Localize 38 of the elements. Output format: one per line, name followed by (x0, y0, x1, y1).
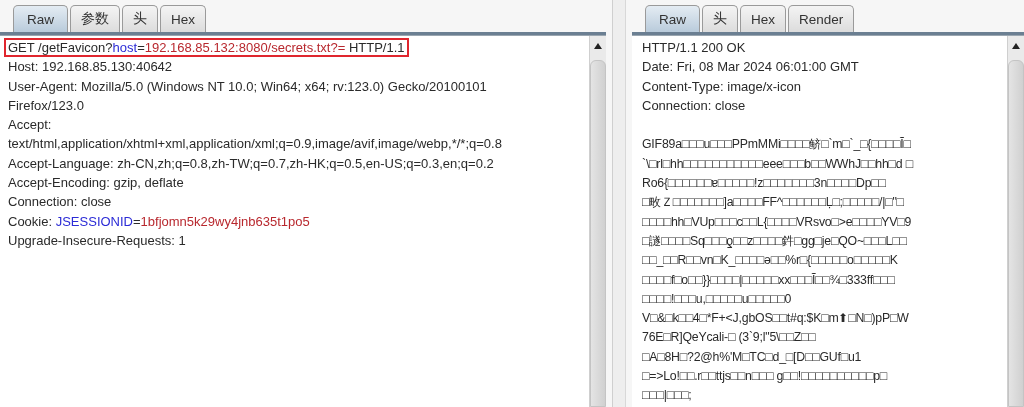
editor-tab[interactable]: 参数 (70, 5, 120, 32)
request-line: Firefox/123.0 (7, 96, 85, 115)
scroll-up-icon[interactable] (593, 42, 603, 50)
viewer-tab[interactable]: Raw (645, 5, 700, 32)
response-body-line: □□□|□□□; (641, 387, 693, 405)
request-line: User-Agent: Mozilla/5.0 (Windows NT 10.0; Win64; x64; rv:123.0) Gecko/20100101 (7, 77, 488, 96)
request-line: Upgrade-Insecure-Requests: 1 (7, 231, 187, 250)
response-body-line: □□_□□R□□vn□K_□□□□ə□□%r□{□□□□□o□□□□□K (641, 252, 899, 270)
viewer-tab[interactable]: Render (788, 5, 855, 32)
response-body-line: □譢□□□□Sq□□□ƍ□□z□□□□鈝□gg□je□QO~□□□L□□ (641, 232, 908, 250)
response-header-line: Content-Type: image/x-icon (641, 77, 802, 96)
request-line: Accept-Language: zh-CN,zh;q=0.8,zh-TW;q=0.7,zh-HK;q=0.5,en-US;q=0.3,en;q=0.2 (7, 154, 495, 173)
scroll-up-icon[interactable] (1011, 42, 1021, 50)
editor-tab[interactable]: 头 (122, 5, 158, 32)
response-body-line: GIF89a□□□u□□□PPmMMi□□□□鲚□`m□`_□{□□□□Ĩ□ (641, 136, 912, 154)
request-line: Accept: (7, 116, 53, 135)
response-body-line: `\□rl□hh□□□□□□□□□□□eee□□□b□□WWhJ□□hh□d □ (641, 155, 915, 173)
response-header-line: Connection: close (641, 96, 747, 115)
response-body-line: □=>Lo!□□.r□□ttjs□□n□□□ g□□!□□□□□□□□□□p□ (641, 368, 889, 386)
response-body-line: □□□□f□o□□}}□□□□|□□□□□xx□□□Ĩ□□¾□333ff□□□ (641, 271, 896, 289)
response-header-line: Date: Fri, 08 Mar 2024 06:01:00 GMT (641, 58, 860, 77)
request-line: Cookie: JSESSIONID=1bfjomn5k29wy4jnb635t1po5 (7, 212, 311, 231)
response-body-line: □A□8H□?2@h%'M□TC□d_□[D□□GUf□u1 (641, 348, 863, 366)
request-line: Host: 192.168.85.130:40642 (7, 58, 174, 77)
viewer-tab[interactable]: 头 (702, 5, 738, 32)
response-body-line: Ro6{□□□□□□ɐ□□□□□!z□□□□□□□3n□□□□Dp□□ (641, 175, 887, 193)
response-body-line: □□□□hh□VUp□□□c□□L{□□□□VRsvo□>e□□□□YV□9 (641, 213, 913, 231)
response-body-line: □畋Ｚ□□□□□□□]a□□□□FF^□□□□□□Ḷ□;□□□□□/|□"□ (641, 194, 905, 212)
editor-tab[interactable]: Hex (160, 5, 207, 32)
request-line: Connection: close (7, 193, 113, 212)
response-body-line: □□□□!□□□u,□□□□□u□□□□□0 (641, 290, 793, 308)
response-body-line: 76E□R]QeYcali-□ (3`9;l"5\□□Z□□ (641, 329, 817, 347)
response-header-line: HTTP/1.1 200 OK (641, 39, 747, 57)
response-body-line: V□&□k□□4□*F+<J,gbOS□□t#q:$K□m⬆□N□)pP□W (641, 310, 910, 328)
request-line: text/html,application/xhtml+xml,application/xml;q=0.9,image/avif,image/webp,*/*;q=0.8 (7, 135, 503, 154)
editor-tab[interactable]: Raw (13, 5, 68, 32)
viewer-tab[interactable]: Hex (740, 5, 787, 32)
request-line: Accept-Encoding: gzip, deflate (7, 174, 185, 193)
